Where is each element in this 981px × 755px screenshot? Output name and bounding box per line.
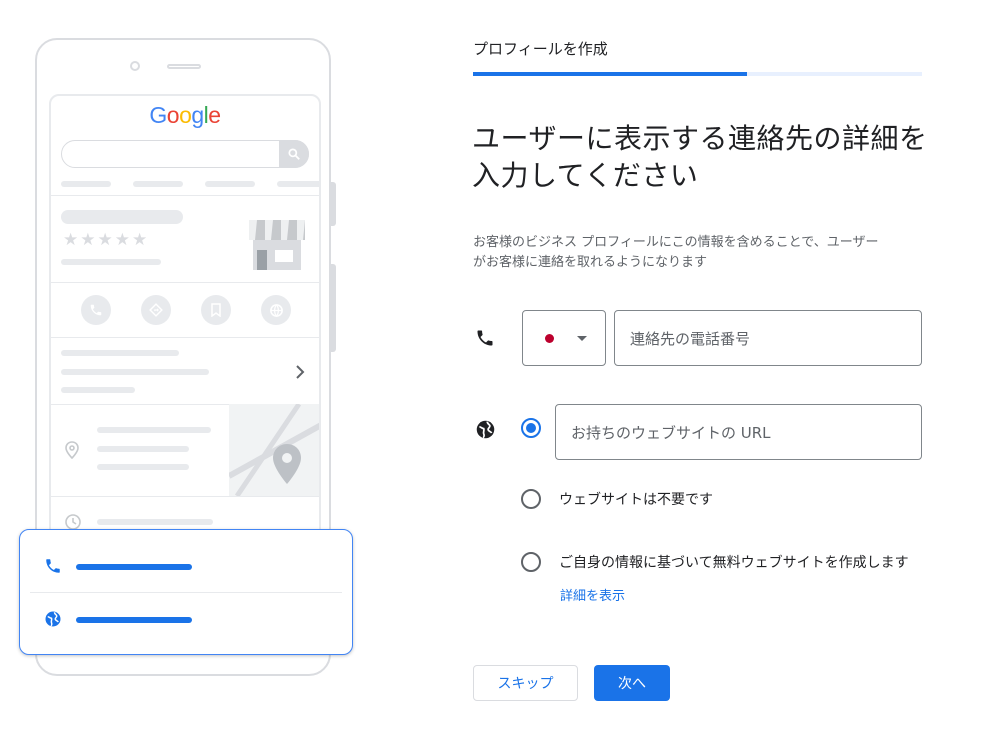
globe-icon: [474, 418, 496, 440]
divider: [51, 282, 319, 283]
globe-icon: [261, 295, 291, 325]
text-placeholder: [97, 464, 189, 470]
no-website-label[interactable]: ウェブサイトは不要です: [559, 489, 713, 509]
text-placeholder: [61, 350, 179, 356]
contact-preview-card: [19, 529, 353, 655]
bookmark-icon: [201, 295, 231, 325]
tab-placeholder: [61, 181, 111, 187]
website-url-input[interactable]: お持ちのウェブサイトの URL: [555, 404, 922, 460]
store-icon: [247, 212, 309, 274]
phone-camera: [130, 61, 140, 71]
tab-placeholder: [205, 181, 255, 187]
step-label: プロフィールを作成: [473, 40, 608, 58]
phone-line-placeholder: [76, 564, 192, 570]
free-website-label[interactable]: ご自身の情報に基づいて無料ウェブサイトを作成します: [559, 552, 909, 572]
phone-number-input[interactable]: 連絡先の電話番号: [614, 310, 922, 366]
phone-icon: [44, 557, 62, 579]
page-title: ユーザーに表示する連絡先の詳細を 入力してください: [472, 120, 942, 194]
phone-speaker: [167, 64, 201, 69]
text-placeholder: [61, 259, 161, 265]
show-details-link[interactable]: 詳細を表示: [560, 585, 625, 604]
dropdown-arrow-icon: [577, 336, 587, 341]
radio-free-website[interactable]: [521, 552, 541, 572]
progress-bar-fill: [473, 72, 747, 76]
radio-website-url[interactable]: [521, 418, 541, 438]
website-line-placeholder: [76, 617, 192, 623]
globe-icon: [44, 610, 62, 632]
tab-placeholder: [277, 181, 319, 187]
phone-side-button: [331, 264, 336, 352]
country-code-select[interactable]: [522, 310, 606, 366]
next-button[interactable]: 次へ: [594, 665, 670, 701]
chevron-right-icon: [295, 364, 305, 383]
description-line: がお客様に連絡を取れるようになります: [473, 255, 708, 270]
divider: [51, 337, 319, 338]
text-placeholder: [61, 369, 209, 375]
divider: [51, 496, 319, 497]
divider: [51, 195, 319, 196]
text-placeholder: [61, 387, 135, 393]
search-bar: [61, 140, 309, 168]
text-placeholder: [97, 519, 213, 525]
divider: [30, 592, 342, 593]
description-line: お客様のビジネス プロフィールにこの情報を含めることで、ユーザー: [473, 235, 879, 250]
business-name-placeholder: [61, 210, 183, 224]
skip-button[interactable]: スキップ: [473, 665, 578, 701]
location-pin-icon: [65, 441, 79, 463]
radio-no-website[interactable]: [521, 489, 541, 509]
phone-icon: [81, 295, 111, 325]
map-thumbnail: [229, 404, 319, 496]
text-placeholder: [97, 446, 189, 452]
japan-flag-icon: [545, 334, 554, 343]
phone-side-button: [331, 182, 336, 226]
text-placeholder: [97, 427, 211, 433]
search-icon: [279, 140, 309, 168]
page-title-line: ユーザーに表示する連絡先の詳細を: [472, 122, 928, 155]
progress-bar: [473, 72, 922, 76]
google-logo: Google: [149, 102, 221, 128]
phone-icon: [474, 327, 496, 349]
tab-placeholder: [133, 181, 183, 187]
directions-icon: [141, 295, 171, 325]
contact-illustration: Google ★★★★★: [0, 0, 440, 755]
rating-stars: ★★★★★: [63, 230, 150, 250]
page-title-line: 入力してください: [472, 159, 699, 192]
page-description: お客様のビジネス プロフィールにこの情報を含めることで、ユーザー がお客様に連絡…: [473, 233, 933, 273]
